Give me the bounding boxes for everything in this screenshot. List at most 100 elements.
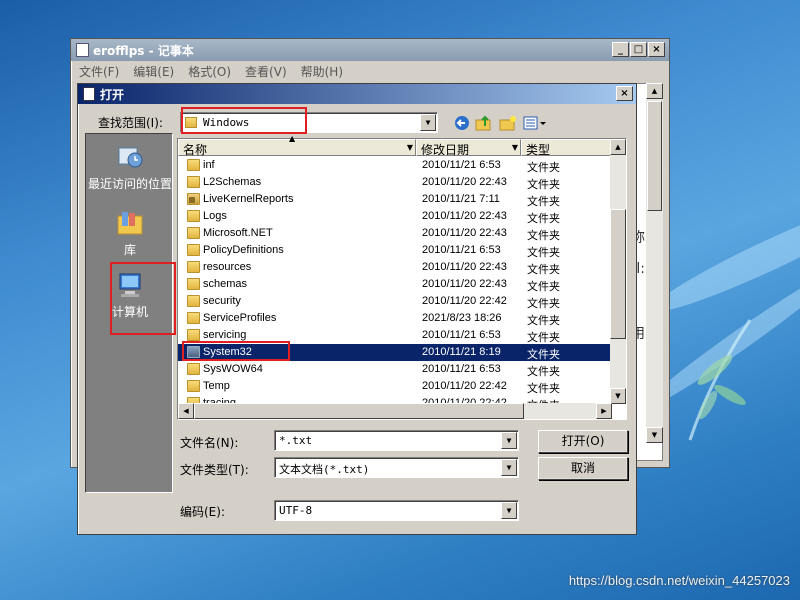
column-header-type[interactable]: 类型 xyxy=(521,139,612,157)
file-date: 2010/11/21 6:53 xyxy=(422,329,501,341)
file-date: 2010/11/20 22:43 xyxy=(422,278,507,290)
scroll-left-arrow-icon[interactable]: ◀ xyxy=(178,403,194,419)
folder-icon xyxy=(187,380,200,392)
notepad-scrollbar[interactable]: ▲ ▼ xyxy=(646,83,663,443)
scroll-down-arrow-icon[interactable]: ▼ xyxy=(610,388,626,404)
file-row[interactable]: inf 2010/11/21 6:53 文件夹 xyxy=(178,157,612,174)
file-type: 文件夹 xyxy=(527,366,560,378)
file-row[interactable]: Logs 2010/11/20 22:43 文件夹 xyxy=(178,208,612,225)
encoding-select[interactable]: UTF-8 ▼ xyxy=(274,500,519,521)
notepad-text-fragment: l: xyxy=(636,261,645,277)
file-row[interactable]: SysWOW64 2010/11/21 6:53 文件夹 xyxy=(178,361,612,378)
menu-edit[interactable]: 编辑(E) xyxy=(133,63,174,79)
file-type: 文件夹 xyxy=(527,196,560,208)
close-button[interactable]: × xyxy=(648,42,665,57)
file-list: 名称 ▲ ▼ 修改日期 ▼ 类型 inf 2010/11/21 6:53 文件夹 L2… xyxy=(177,134,627,420)
dialog-title: 打开 xyxy=(100,88,125,102)
column-date-label: 修改日期 xyxy=(421,143,470,157)
filename-input[interactable]: *.txt ▼ xyxy=(274,430,519,451)
file-row[interactable]: resources 2010/11/20 22:43 文件夹 xyxy=(178,259,612,276)
file-name: SysWOW64 xyxy=(203,363,263,375)
chevron-down-icon[interactable]: ▼ xyxy=(420,114,436,131)
scroll-up-arrow-icon[interactable]: ▲ xyxy=(610,139,626,155)
up-folder-button[interactable] xyxy=(474,113,494,133)
file-type: 文件夹 xyxy=(527,230,560,242)
notepad-title-bar[interactable]: erofflps - 记事本 _ □ × xyxy=(71,39,669,61)
file-name: Temp xyxy=(203,380,230,392)
filetype-select[interactable]: 文本文档(*.txt) ▼ xyxy=(274,457,519,478)
chevron-down-icon[interactable]: ▼ xyxy=(501,432,517,449)
menu-view[interactable]: 查看(V) xyxy=(245,63,287,79)
scroll-right-arrow-icon[interactable]: ▶ xyxy=(596,403,612,419)
recent-places-icon xyxy=(118,147,143,168)
file-name: PolicyDefinitions xyxy=(203,244,284,256)
file-type: 文件夹 xyxy=(527,315,560,327)
folder-icon xyxy=(187,244,200,256)
file-list-hscroll[interactable]: ◀ ▶ xyxy=(178,403,612,419)
back-button[interactable] xyxy=(452,113,472,133)
maximize-button[interactable]: □ xyxy=(630,42,647,57)
file-row[interactable]: L2Schemas 2010/11/20 22:43 文件夹 xyxy=(178,174,612,191)
file-name: Microsoft.NET xyxy=(203,227,273,239)
file-row[interactable]: ServiceProfiles 2021/8/23 18:26 文件夹 xyxy=(178,310,612,327)
bamboo-leaves-decoration xyxy=(688,319,752,441)
file-date: 2010/11/20 22:42 xyxy=(422,380,507,392)
scroll-thumb[interactable] xyxy=(610,209,626,339)
back-arrow-icon xyxy=(455,116,469,130)
chevron-down-icon[interactable]: ▼ xyxy=(512,143,518,152)
menu-help[interactable]: 帮助(H) xyxy=(301,63,343,79)
folder-icon xyxy=(187,363,200,375)
file-date: 2021/8/23 18:26 xyxy=(422,312,502,324)
new-folder-button[interactable] xyxy=(498,113,518,133)
column-header-name[interactable]: 名称 ▲ ▼ xyxy=(178,134,416,157)
cancel-button[interactable]: 取消 xyxy=(538,457,628,480)
file-type: 文件夹 xyxy=(527,213,560,225)
view-menu-button[interactable] xyxy=(522,113,548,133)
open-button[interactable]: 打开(O) xyxy=(538,430,628,453)
place-libraries[interactable]: 库 xyxy=(86,208,174,257)
file-row[interactable]: security 2010/11/20 22:42 文件夹 xyxy=(178,293,612,310)
place-recent[interactable]: 最近访问的位置 xyxy=(86,142,174,191)
chevron-down-icon[interactable]: ▼ xyxy=(407,143,413,152)
file-row[interactable]: Temp 2010/11/20 22:42 文件夹 xyxy=(178,378,612,395)
column-header-date[interactable]: 修改日期 ▼ xyxy=(416,139,521,157)
folder-icon xyxy=(187,176,200,188)
menu-format[interactable]: 格式(O) xyxy=(188,63,231,79)
file-type: 文件夹 xyxy=(527,264,560,276)
scroll-thumb[interactable] xyxy=(647,101,662,211)
file-type: 文件夹 xyxy=(527,281,560,293)
chevron-down-icon[interactable]: ▼ xyxy=(501,502,517,519)
place-libraries-label: 库 xyxy=(123,243,136,257)
file-type: 文件夹 xyxy=(527,349,560,361)
file-name: Logs xyxy=(203,210,227,222)
folder-icon xyxy=(187,278,200,290)
file-row[interactable]: schemas 2010/11/20 22:43 文件夹 xyxy=(178,276,612,293)
file-row[interactable]: LiveKernelReports 2010/11/21 7:11 文件夹 xyxy=(178,191,612,208)
filename-value: *.txt xyxy=(279,434,313,447)
file-row[interactable]: Microsoft.NET 2010/11/20 22:43 文件夹 xyxy=(178,225,612,242)
scroll-down-arrow-icon[interactable]: ▼ xyxy=(646,427,663,443)
menu-file[interactable]: 文件(F) xyxy=(79,63,119,79)
file-row[interactable]: PolicyDefinitions 2010/11/21 6:53 文件夹 xyxy=(178,242,612,259)
minimize-button[interactable]: _ xyxy=(612,42,629,57)
chevron-down-icon[interactable]: ▼ xyxy=(501,459,517,476)
dialog-close-button[interactable]: × xyxy=(616,86,633,101)
dialog-title-bar[interactable]: 打开 × xyxy=(78,84,636,104)
up-folder-icon xyxy=(475,115,491,131)
locked-folder-icon xyxy=(187,193,200,205)
filetype-label: 文件类型(T): xyxy=(180,463,249,477)
folder-icon xyxy=(187,210,200,222)
folder-icon xyxy=(187,261,200,273)
file-date: 2010/11/21 7:11 xyxy=(422,193,500,205)
file-name: ServiceProfiles xyxy=(203,312,277,324)
filetype-value: 文本文档(*.txt) xyxy=(279,463,370,476)
view-menu-icon xyxy=(523,116,546,130)
file-date: 2010/11/20 22:42 xyxy=(422,295,507,307)
look-in-label: 查找范围(I): xyxy=(98,116,163,130)
folder-icon xyxy=(187,159,200,171)
file-date: 2010/11/20 22:43 xyxy=(422,176,507,188)
file-date: 2010/11/21 6:53 xyxy=(422,244,501,256)
scroll-up-arrow-icon[interactable]: ▲ xyxy=(646,83,663,99)
file-list-vscroll[interactable]: ▲ ▼ xyxy=(610,139,626,404)
scroll-thumb[interactable] xyxy=(194,403,524,419)
